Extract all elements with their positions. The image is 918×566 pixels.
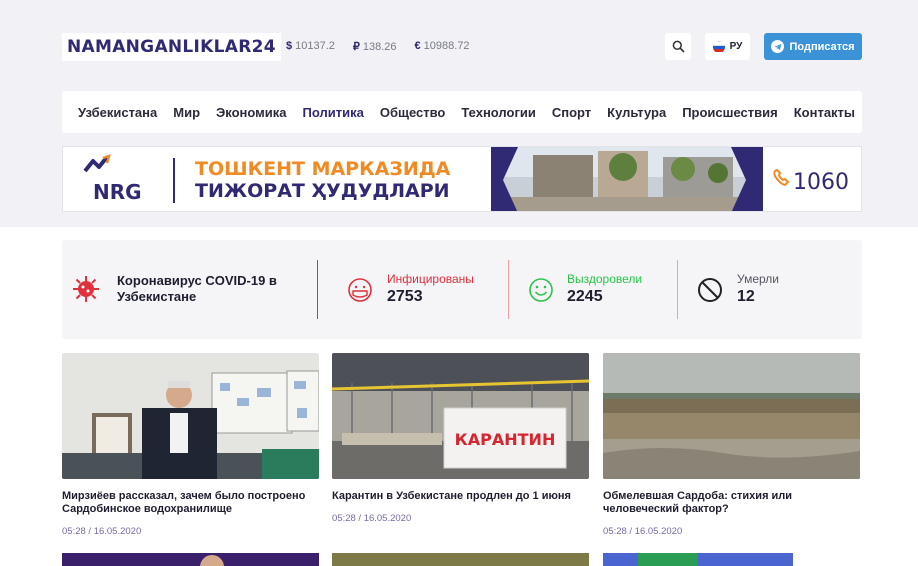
nav-item[interactable]: Спорт (552, 105, 591, 120)
nav-item[interactable]: Общество (380, 105, 446, 120)
banner-graphic: NRG ТОШКЕНТ МАРКАЗИДА ТИЖОРАТ ҲУДУДЛАРИ … (63, 147, 861, 211)
site-logo[interactable]: NAMANGANLIKLAR24 (62, 33, 281, 61)
currency-rates: $10137.2 ₽138.26 €10988.72 (286, 40, 470, 53)
rate-usd: $10137.2 (286, 40, 335, 52)
news-thumbnail[interactable] (62, 353, 319, 479)
smile-icon (529, 278, 553, 302)
virus-icon (73, 276, 99, 302)
search-button[interactable] (665, 33, 691, 60)
nav-item[interactable]: Политика (303, 105, 364, 120)
telegram-icon (771, 40, 785, 53)
news-date: 05:28 / 16.05.2020 (332, 513, 412, 524)
nav-item[interactable]: Технологии (461, 105, 535, 120)
stat-infected: Инфицированы 2753 (387, 272, 474, 305)
main-nav: Узбекистана Мир Экономика Политика Общество Т… (62, 91, 862, 133)
news-date: 05:28 / 16.05.2020 (603, 526, 683, 537)
rate-rub: ₽138.26 (352, 41, 397, 53)
language-label: РУ (729, 41, 743, 52)
nav-item[interactable]: Контакты (794, 105, 855, 120)
banner-line1: ТОШКЕНТ МАРКАЗИДА (195, 158, 451, 180)
mask-face-icon (348, 278, 372, 302)
banner-photo (491, 147, 763, 211)
language-selector[interactable]: РУ (705, 33, 750, 60)
news-title[interactable]: Обмелевшая Сардоба: стихия или человечес… (603, 490, 860, 516)
news-card[interactable]: Мирзиёев рассказал, зачем было построено… (62, 353, 319, 537)
news-card[interactable]: Обмелевшая Сардоба: стихия или человечес… (603, 353, 860, 537)
divider (317, 260, 318, 319)
subscribe-button[interactable]: Подписатся (764, 33, 862, 60)
nav-item[interactable]: Экономика (216, 105, 287, 120)
news-thumbnail[interactable]: КАРАНТИН (332, 353, 589, 479)
ad-banner[interactable]: NRG ТОШКЕНТ МАРКАЗИДА ТИЖОРАТ ҲУДУДЛАРИ … (62, 146, 862, 212)
rate-eur: €10988.72 (414, 40, 470, 52)
stat-recovered: Выздоровели 2245 (567, 272, 643, 305)
news-thumbnail[interactable] (603, 353, 860, 479)
banner-phone: 1060 (793, 170, 849, 195)
news-thumbnail[interactable] (62, 553, 319, 566)
banner-line2: ТИЖОРАТ ҲУДУДЛАРИ (195, 180, 450, 202)
subscribe-label: Подписатся (789, 40, 855, 53)
news-thumbnail[interactable] (603, 553, 860, 566)
nav-item[interactable]: Узбекистана (78, 105, 157, 120)
divider (508, 260, 509, 319)
news-card[interactable]: КАРАНТИН Карантин в Узбекистане продлен … (332, 353, 589, 524)
divider (677, 260, 678, 319)
nav-item[interactable]: Культура (607, 105, 666, 120)
prohibited-icon (698, 278, 722, 302)
news-title[interactable]: Карантин в Узбекистане продлен до 1 июня (332, 490, 589, 503)
covid-title: Коронавирус COVID-19 в Узбекистане (117, 273, 277, 304)
covid-panel: Коронавирус COVID-19 в Узбекистане Инфиц… (62, 240, 862, 339)
russia-flag-icon (712, 40, 725, 53)
news-thumbnail[interactable] (332, 553, 589, 566)
banner-brand: NRG (93, 180, 142, 204)
nav-item[interactable]: Мир (173, 105, 200, 120)
search-icon (672, 40, 685, 53)
stat-deaths: Умерли 12 (737, 272, 779, 305)
news-date: 05:28 / 16.05.2020 (62, 526, 142, 537)
nav-item[interactable]: Происшествия (682, 105, 778, 120)
quarantine-sign-text: КАРАНТИН (455, 430, 556, 449)
news-title[interactable]: Мирзиёев рассказал, зачем было построено… (62, 490, 319, 516)
